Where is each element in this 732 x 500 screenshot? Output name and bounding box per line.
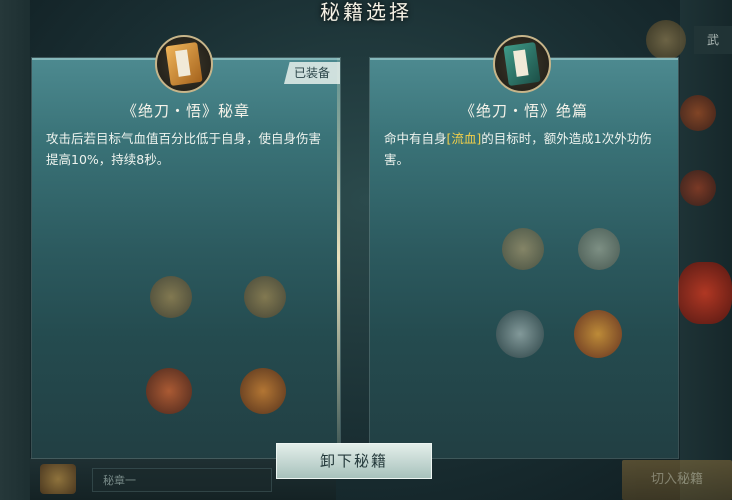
unequip-button[interactable]: 卸下秘籍 <box>276 443 432 479</box>
background-skill-orb <box>150 276 192 318</box>
background-skill-orb <box>678 262 732 324</box>
background-skill-orb <box>680 170 716 206</box>
background-skill-orb <box>496 310 544 358</box>
skill-book-card[interactable]: 《绝刀・悟》绝篇 命中有自身[流血]的目标时，额外造成1次外功伤害。 <box>370 58 678 458</box>
background-select: 秘章一 <box>92 468 272 492</box>
background-gold-button: 切入秘籍 <box>622 460 732 500</box>
background-avatar <box>40 464 76 494</box>
card-title: 《绝刀・悟》绝篇 <box>459 102 588 120</box>
background-top-tab: 武 <box>694 26 732 54</box>
book-icon <box>503 41 541 87</box>
background-skill-column <box>680 0 732 500</box>
gold-book-icon <box>155 35 213 93</box>
background-skill-orb <box>146 368 192 414</box>
background-skill-orb <box>578 228 620 270</box>
description-text: 命中有自身 <box>384 131 447 146</box>
book-icon <box>165 41 203 87</box>
background-skill-orb <box>574 310 622 358</box>
teal-book-icon <box>493 35 551 93</box>
background-left-strip <box>0 0 30 500</box>
background-skill-orb <box>680 95 716 131</box>
equipped-badge: 已装备 <box>284 62 340 84</box>
background-skill-orb <box>240 368 286 414</box>
background-skill-orb <box>502 228 544 270</box>
screen-title: 秘籍选择 <box>320 0 412 24</box>
background-round-icon <box>646 20 686 60</box>
bleed-keyword: [流血] <box>446 131 482 146</box>
card-title: 《绝刀・悟》秘章 <box>121 102 250 120</box>
skill-book-card-equipped[interactable]: 已装备 《绝刀・悟》秘章 攻击后若目标气血值百分比低于自身，使自身伤害提高10%… <box>32 58 340 458</box>
background-skill-orb <box>244 276 286 318</box>
card-description: 攻击后若目标气血值百分比低于自身，使自身伤害提高10%，持续8秒。 <box>46 131 322 167</box>
card-description: 命中有自身[流血]的目标时，额外造成1次外功伤害。 <box>384 128 666 170</box>
